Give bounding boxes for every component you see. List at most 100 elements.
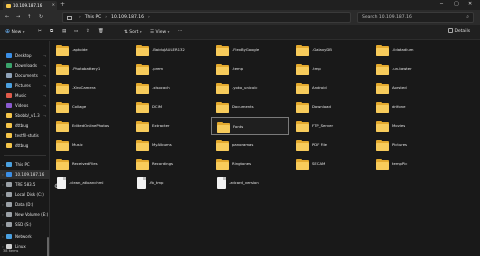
sidebar-item-music[interactable]: Music ⊸ (0, 91, 50, 100)
sidebar-item-pinned-folder[interactable]: dttbug (0, 141, 50, 150)
folder-item[interactable]: .GalaxyDB (291, 41, 369, 59)
folder-item[interactable]: .XiroCamera (51, 79, 129, 97)
folder-item[interactable]: .Photobattery1 (51, 60, 129, 78)
refresh-icon[interactable]: ↻ (39, 14, 43, 21)
sidebar-item-drive[interactable]: › TRE 583.5 (0, 180, 50, 189)
folder-item[interactable]: .yoko_unicolc (211, 79, 289, 97)
sidebar-scrollbar[interactable] (47, 237, 49, 256)
up-icon[interactable]: ↑ (27, 14, 31, 21)
folder-item[interactable]: tempPic (371, 155, 449, 173)
delete-icon[interactable]: 🗑 (98, 28, 104, 36)
item-label: .xlsocach (152, 85, 170, 90)
item-label: panoramas (232, 142, 254, 147)
folder-item[interactable]: Music (51, 136, 129, 154)
folder-item[interactable]: PDF File (291, 136, 369, 154)
folder-item[interactable]: EditedOnlinePhotos (51, 117, 129, 135)
folder-item[interactable]: .xlsocach (131, 79, 209, 97)
folder-item[interactable]: Movies (371, 117, 449, 135)
folder-item[interactable]: FTP_Server (291, 117, 369, 135)
address-bar[interactable]: › This PC › 10.109.187.16 › (62, 12, 351, 23)
folder-item[interactable]: panoramas (211, 136, 289, 154)
folder-item[interactable]: MyAlbums (131, 136, 209, 154)
folder-item[interactable]: Documents (211, 98, 289, 116)
sidebar-item-documents[interactable]: Documents ⊸ (0, 71, 50, 80)
file-item[interactable]: ⚙.clean_atloanchml (51, 174, 129, 192)
sidebar-item-pinned-folder[interactable]: dttbug (0, 121, 50, 130)
back-icon[interactable]: ← (5, 14, 9, 21)
drive-icon (6, 182, 12, 187)
folder-item[interactable]: .prem (131, 60, 209, 78)
folder-item[interactable]: .tmp (291, 60, 369, 78)
folder-item[interactable]: ReceivedFiles (51, 155, 129, 173)
close-tab-icon[interactable]: ✕ (52, 2, 55, 7)
folder-item[interactable]: Android (291, 79, 369, 97)
sidebar-item-network[interactable]: › Network (0, 232, 50, 241)
breadcrumb-this-pc[interactable]: This PC (85, 15, 101, 20)
sidebar-item-desktop[interactable]: Desktop ⊸ (0, 51, 50, 60)
sidebar-item-drive-c[interactable]: › Local Disk (C:) (0, 190, 50, 199)
close-window-icon[interactable]: ✕ (468, 1, 472, 8)
sidebar-item-videos[interactable]: Videos ⊸ (0, 101, 50, 110)
file-grid: .aptoide .BaiduJAULER132 .FlexByGoogle .Gal… (51, 41, 480, 256)
forward-icon[interactable]: → (16, 14, 20, 21)
folder-item[interactable]: Extracter (131, 117, 209, 135)
folder-item[interactable]: Aorsted (371, 79, 449, 97)
folder-item[interactable]: Download (291, 98, 369, 116)
view-label: View (155, 30, 167, 35)
sidebar-item-network-drive[interactable]: › 10.109.187.16 (0, 170, 50, 179)
new-button[interactable]: ⊕ New ▾ (5, 28, 25, 37)
folder-item[interactable]: Fonts (211, 117, 289, 135)
folder-item[interactable]: .FlexByGoogle (211, 41, 289, 59)
sort-button[interactable]: ⇅ Sort ▾ (124, 28, 142, 37)
file-item[interactable]: .fb_tmp (131, 174, 209, 192)
item-label: .Photobattery1 (72, 66, 101, 71)
folder-item[interactable]: .BaiduJAULER132 (131, 41, 209, 59)
share-icon[interactable]: ⇪ (86, 28, 90, 36)
paste-icon[interactable]: ▤ (62, 28, 66, 36)
maximize-icon[interactable]: ▢ (454, 1, 459, 8)
folder-item[interactable]: .aptoide (51, 41, 129, 59)
sidebar-item-drive-e[interactable]: › New Volume (E:) (0, 210, 50, 219)
sidebar-item-this-pc[interactable]: ⌄ This PC (0, 160, 50, 169)
view-button[interactable]: ☰ View ▾ (150, 28, 169, 37)
folder-item[interactable]: drifone (371, 98, 449, 116)
folder-item[interactable]: SECAM (291, 155, 369, 173)
sidebar-item-drive-s[interactable]: › SSD (S:) (0, 220, 50, 229)
tab-current[interactable]: 10.109.187.16 ✕ (3, 1, 57, 10)
folder-item[interactable]: DCIM (131, 98, 209, 116)
sidebar-item-label: Music (15, 93, 27, 98)
chevron-right-icon: › (148, 15, 150, 20)
item-label: EditedOnlinePhotos (72, 123, 110, 128)
documents-icon (6, 73, 12, 78)
item-label: .zdcard_version (229, 180, 259, 185)
folder-icon (376, 140, 389, 151)
folder-icon (216, 64, 229, 75)
cut-icon[interactable]: ✂ (38, 28, 42, 36)
more-options-icon[interactable]: ··· (178, 28, 182, 36)
copy-icon[interactable]: ⧉ (50, 28, 53, 36)
folder-item[interactable]: Collage (51, 98, 129, 116)
sidebar-item-pinned-folder[interactable]: testfil-stutis (0, 131, 50, 140)
sidebar-item-pictures[interactable]: Pictures ⊸ (0, 81, 50, 90)
folder-item[interactable]: Pictures (371, 136, 449, 154)
rename-icon[interactable]: ▭ (74, 28, 78, 36)
minimize-icon[interactable]: ─ (440, 1, 443, 8)
file-item[interactable]: .zdcard_version (211, 174, 289, 192)
item-label: ReceivedFiles (72, 161, 98, 166)
sidebar-item-label: Videos (15, 103, 29, 108)
breadcrumb-current[interactable]: 10.109.187.16 (111, 15, 144, 20)
sidebar-item-pinned-folder[interactable]: Sbobb/_v1.3 ⊸ (0, 111, 50, 120)
search-input[interactable]: Search 10.109.187.16 ⌕ (357, 12, 474, 23)
folder-item[interactable]: .ildatadium (371, 41, 449, 59)
folder-item[interactable]: Ringtones (211, 155, 289, 173)
item-label: PDF File (312, 142, 327, 147)
folder-item[interactable]: .un-tawter (371, 60, 449, 78)
item-label: Extracter (152, 123, 170, 128)
sidebar-item-downloads[interactable]: Downloads ⊸ (0, 61, 50, 70)
folder-item[interactable]: Recordings (131, 155, 209, 173)
new-tab-button[interactable]: + (60, 1, 65, 9)
folder-item[interactable]: .temp (211, 60, 289, 78)
sidebar-item-drive-d[interactable]: › Data (D:) (0, 200, 50, 209)
details-button[interactable]: Details (448, 28, 470, 36)
folder-icon (6, 123, 12, 128)
